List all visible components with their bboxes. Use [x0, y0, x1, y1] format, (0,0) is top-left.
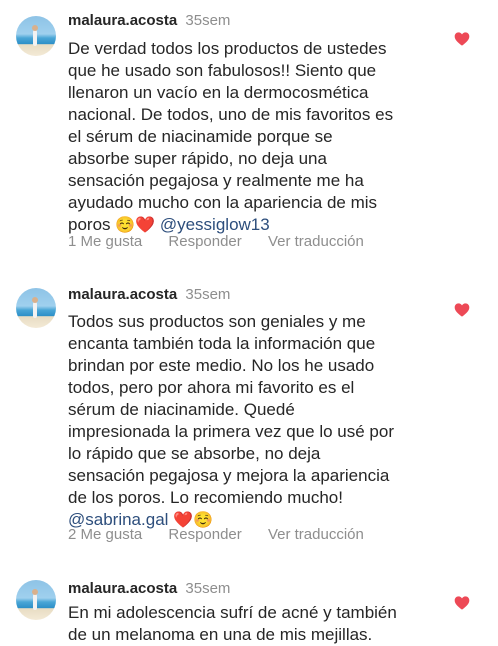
mention-link[interactable]: @yessiglow13 — [160, 215, 270, 234]
username[interactable]: malaura.acosta — [68, 286, 177, 303]
comment-text: Todos sus productos son geniales y me en… — [68, 311, 456, 532]
comment-line: absorbe super rápido, no deja una — [68, 149, 327, 168]
comment-line: De verdad todos los productos de ustedes — [68, 39, 387, 58]
likes-count-link[interactable]: 1 Me gusta — [68, 233, 142, 250]
comment-line: ayudado mucho con la apariencia de mis — [68, 193, 378, 212]
comment-line: encanta también toda la información que — [68, 334, 376, 353]
reply-button[interactable]: Responder — [168, 526, 241, 543]
comment-line: sérum de niacinamide. Quedé — [68, 400, 295, 419]
timestamp: 35sem — [185, 580, 231, 597]
comment-line: que he usado son fabulosos!! Siento que — [68, 61, 377, 80]
reply-button[interactable]: Responder — [168, 233, 241, 250]
comment-header: malaura.acosta 35sem — [68, 12, 230, 30]
comment-line: llenaron un vacío en la dermocosmética — [68, 83, 369, 102]
like-heart-icon[interactable] — [454, 303, 470, 317]
avatar[interactable] — [16, 288, 56, 328]
comment-line: impresionada la primera vez que lo usé p… — [68, 422, 395, 441]
timestamp: 35sem — [185, 286, 231, 303]
comment-actions: 1 Me gusta Responder Ver traducción — [68, 233, 386, 251]
comment-line: brindan por este medio. No los he usado — [68, 356, 375, 375]
avatar[interactable] — [16, 16, 56, 56]
like-heart-icon[interactable] — [454, 32, 470, 46]
comment-line: de los poros. Lo recomiendo mucho! — [68, 488, 343, 507]
comment-line: el sérum de niacinamide porque se — [68, 127, 333, 146]
username[interactable]: malaura.acosta — [68, 12, 177, 29]
comment-header: malaura.acosta 35sem — [68, 580, 230, 598]
comment-actions: 2 Me gusta Responder Ver traducción — [68, 526, 386, 544]
comment-header: malaura.acosta 35sem — [68, 286, 230, 304]
comment-line: Todos sus productos son geniales y me — [68, 312, 366, 331]
username[interactable]: malaura.acosta — [68, 580, 177, 597]
comment-line: En mi adolescencia sufrí de acné y tambi… — [68, 603, 397, 622]
red-heart-emoji-icon: ❤️ — [135, 217, 156, 234]
comment-line: lo rápido que se absorbe, no deja — [68, 444, 321, 463]
comment-line: sensación pegajosa y realmente me ha — [68, 171, 364, 190]
see-translation-button[interactable]: Ver traducción — [268, 526, 364, 543]
comment-line: sensación pegajosa y mejora la aparienci… — [68, 466, 390, 485]
comment-line: de un melanoma en una de mis mejillas. — [68, 625, 373, 644]
likes-count-link[interactable]: 2 Me gusta — [68, 526, 142, 543]
comment-text-tail: poros — [68, 215, 111, 234]
like-heart-icon[interactable] — [454, 596, 470, 610]
avatar[interactable] — [16, 580, 56, 620]
see-translation-button[interactable]: Ver traducción — [268, 233, 364, 250]
timestamp: 35sem — [185, 12, 231, 29]
comment-line: nacional. De todos, uno de mis favoritos… — [68, 105, 394, 124]
smile-emoji-icon: ☺️ — [115, 217, 136, 234]
comment-text: De verdad todos los productos de ustedes… — [68, 38, 456, 237]
comment-text: En mi adolescencia sufrí de acné y tambi… — [68, 602, 456, 646]
comment-line: todos, pero por ahora mi favorito es el — [68, 378, 355, 397]
